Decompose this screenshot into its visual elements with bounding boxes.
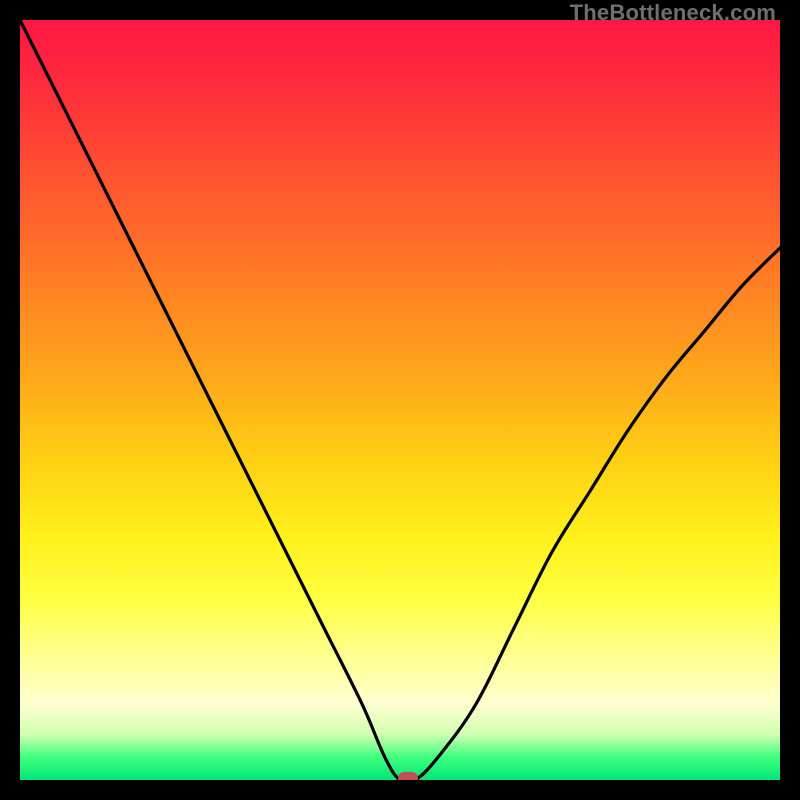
optimal-point-marker — [398, 772, 418, 780]
bottleneck-curve — [20, 20, 780, 780]
plot-area — [20, 20, 780, 780]
chart-frame: TheBottleneck.com — [0, 0, 800, 800]
